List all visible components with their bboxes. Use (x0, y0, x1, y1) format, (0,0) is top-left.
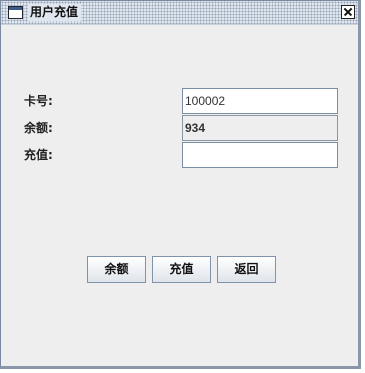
balance-field (182, 115, 338, 141)
recharge-window: 用户充值 卡号: 余额: 充值: 余额 充值 返回 (0, 0, 361, 369)
window-icon (8, 6, 23, 19)
balance-label: 余额: (24, 121, 53, 135)
window-title: 用户充值 (28, 4, 82, 21)
back-button[interactable]: 返回 (217, 256, 276, 283)
recharge-amount-field[interactable] (182, 142, 338, 168)
card-number-label: 卡号: (24, 94, 53, 108)
close-icon[interactable] (341, 5, 355, 19)
recharge-button[interactable]: 充值 (152, 256, 211, 283)
recharge-label: 充值: (24, 148, 53, 162)
card-number-field[interactable] (182, 88, 338, 114)
balance-button[interactable]: 余额 (87, 256, 146, 283)
title-bar[interactable]: 用户充值 (1, 1, 358, 25)
